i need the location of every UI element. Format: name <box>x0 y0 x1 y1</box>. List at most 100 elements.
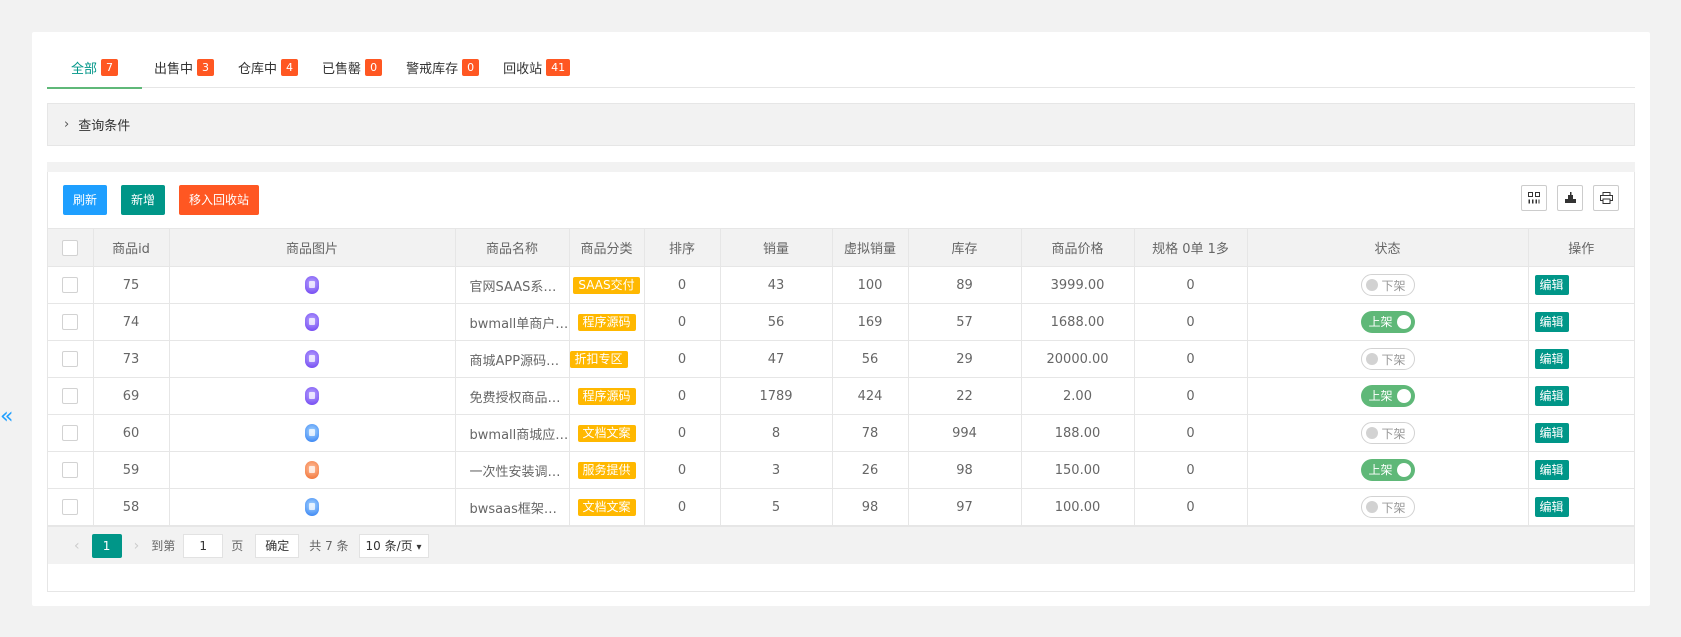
image-cell <box>168 377 456 415</box>
price-cell: 2.00 <box>1020 377 1135 415</box>
product-image[interactable] <box>305 350 319 368</box>
tab-5[interactable]: 回收站 41 <box>491 46 582 88</box>
select-all-cell <box>48 228 94 267</box>
status-toggle[interactable]: 下架 <box>1360 496 1415 518</box>
edit-button[interactable]: 编辑 <box>1534 386 1569 406</box>
tab-1[interactable]: 出售中 3 <box>142 46 226 88</box>
name-cell: 商城APP源码（A... <box>454 340 570 378</box>
column-header: 虚拟销量 <box>831 228 909 267</box>
edit-button[interactable]: 编辑 <box>1534 312 1569 332</box>
id-cell: 74 <box>92 303 170 341</box>
row-checkbox[interactable] <box>62 351 79 367</box>
image-cell <box>168 451 456 489</box>
sort-cell: 0 <box>643 451 721 489</box>
status-label: 下架 <box>1381 353 1406 367</box>
name-cell: bwmall商城应用... <box>454 414 570 452</box>
name-cell: 免费授权商品（... <box>454 377 570 415</box>
select-all-checkbox[interactable] <box>62 239 79 256</box>
content-card: 全部 7 出售中 3 仓库中 4 已售罄 0 警戒库存 0 回收站 41 › 查询条件 刷新 新增 移… <box>32 32 1650 606</box>
edit-button[interactable]: 编辑 <box>1534 423 1569 443</box>
spec-cell: 0 <box>1133 451 1248 489</box>
row-checkbox[interactable] <box>62 314 79 330</box>
id-cell: 60 <box>92 414 170 452</box>
status-label: 上架 <box>1368 315 1393 329</box>
stock-cell: 22 <box>907 377 1022 415</box>
status-toggle[interactable]: 下架 <box>1360 274 1415 296</box>
query-conditions-panel[interactable]: › 查询条件 <box>47 103 1635 146</box>
tab-label: 仓库中 <box>238 61 278 77</box>
row-checkbox[interactable] <box>62 277 79 293</box>
tab-3[interactable]: 已售罄 0 <box>310 46 394 88</box>
next-page-button[interactable]: › <box>134 538 140 554</box>
tab-label: 全部 <box>71 61 98 77</box>
image-cell <box>168 340 456 378</box>
row-checkbox[interactable] <box>62 499 79 515</box>
edit-button[interactable]: 编辑 <box>1534 497 1569 517</box>
export-icon[interactable] <box>1557 185 1583 211</box>
tab-4[interactable]: 警戒库存 0 <box>394 46 491 88</box>
stock-cell: 57 <box>907 303 1022 341</box>
stock-cell: 29 <box>907 340 1022 378</box>
sort-cell: 0 <box>643 266 721 304</box>
sort-cell: 0 <box>643 340 721 378</box>
columns-icon[interactable] <box>1521 185 1547 211</box>
product-image[interactable] <box>305 498 319 516</box>
move-to-recycle-button[interactable]: 移入回收站 <box>179 185 260 215</box>
product-image[interactable] <box>305 387 319 405</box>
toggle-knob <box>1365 353 1378 365</box>
add-button[interactable]: 新增 <box>121 185 166 215</box>
query-conditions-label: 查询条件 <box>78 119 131 134</box>
edit-button[interactable]: 编辑 <box>1534 460 1569 480</box>
table-header-row: 商品id 商品图片 商品名称 商品分类 排序 销量 虚拟销量 库存 商品价格 规格 0单 1多 状态… <box>48 228 1634 267</box>
edit-button[interactable]: 编辑 <box>1534 349 1569 369</box>
status-toggle[interactable]: 下架 <box>1360 348 1415 370</box>
product-image[interactable] <box>305 461 319 479</box>
refresh-button[interactable]: 刷新 <box>63 185 108 215</box>
row-checkbox[interactable] <box>62 425 79 441</box>
status-cell: 上架 <box>1246 303 1529 341</box>
virtual-sales-cell: 98 <box>831 488 909 526</box>
status-toggle[interactable]: 上架 <box>1360 459 1415 481</box>
sort-cell: 0 <box>643 488 721 526</box>
tab-2[interactable]: 仓库中 4 <box>226 46 310 88</box>
current-page[interactable]: 1 <box>91 533 122 558</box>
status-cell: 上架 <box>1246 451 1529 489</box>
category-tag: 折扣专区 <box>570 350 628 368</box>
sales-cell: 47 <box>719 340 833 378</box>
product-image[interactable] <box>305 424 319 442</box>
page-size-select[interactable]: 10 条/页 ▾ <box>358 533 429 558</box>
row-checkbox[interactable] <box>62 462 79 478</box>
goto-label: 到第 <box>151 539 176 553</box>
spec-cell: 0 <box>1133 488 1248 526</box>
goto-confirm-button[interactable]: 确定 <box>255 533 300 558</box>
product-image[interactable] <box>305 276 319 294</box>
table-row: 75官网SAAS系统布...SAAS交付 043100893999.000下架编… <box>48 266 1634 304</box>
sidebar-collapse-icon[interactable]: « <box>0 406 14 428</box>
product-image[interactable] <box>305 313 319 331</box>
goto-page-input[interactable]: 1 <box>183 533 224 558</box>
image-cell <box>168 266 456 304</box>
tab-0[interactable]: 全部 7 <box>47 46 143 89</box>
row-checkbox[interactable] <box>62 388 79 404</box>
table-row: 58bwsaas框架开发...文档文案 059897100.000下架编辑商品评… <box>48 488 1634 526</box>
category-cell: 程序源码 <box>568 303 645 341</box>
status-toggle[interactable]: 上架 <box>1360 385 1415 407</box>
category-cell: SAAS交付 <box>568 266 645 304</box>
status-cell: 下架 <box>1246 488 1529 526</box>
edit-button[interactable]: 编辑 <box>1534 275 1569 295</box>
table-tools <box>1511 185 1619 211</box>
spec-cell: 0 <box>1133 340 1248 378</box>
spec-cell: 0 <box>1133 303 1248 341</box>
prev-page-button[interactable]: ‹ <box>74 538 80 554</box>
actions-cell: 编辑商品评价移入回收站 <box>1527 340 1634 378</box>
stock-cell: 98 <box>907 451 1022 489</box>
price-cell: 150.00 <box>1020 451 1135 489</box>
price-cell: 100.00 <box>1020 488 1135 526</box>
chevron-right-icon: › <box>64 117 70 132</box>
print-icon[interactable] <box>1593 185 1619 211</box>
status-toggle[interactable]: 下架 <box>1360 422 1415 444</box>
status-toggle[interactable]: 上架 <box>1360 311 1415 333</box>
price-cell: 1688.00 <box>1020 303 1135 341</box>
sales-cell: 3 <box>719 451 833 489</box>
column-header: 商品名称 <box>454 228 570 267</box>
